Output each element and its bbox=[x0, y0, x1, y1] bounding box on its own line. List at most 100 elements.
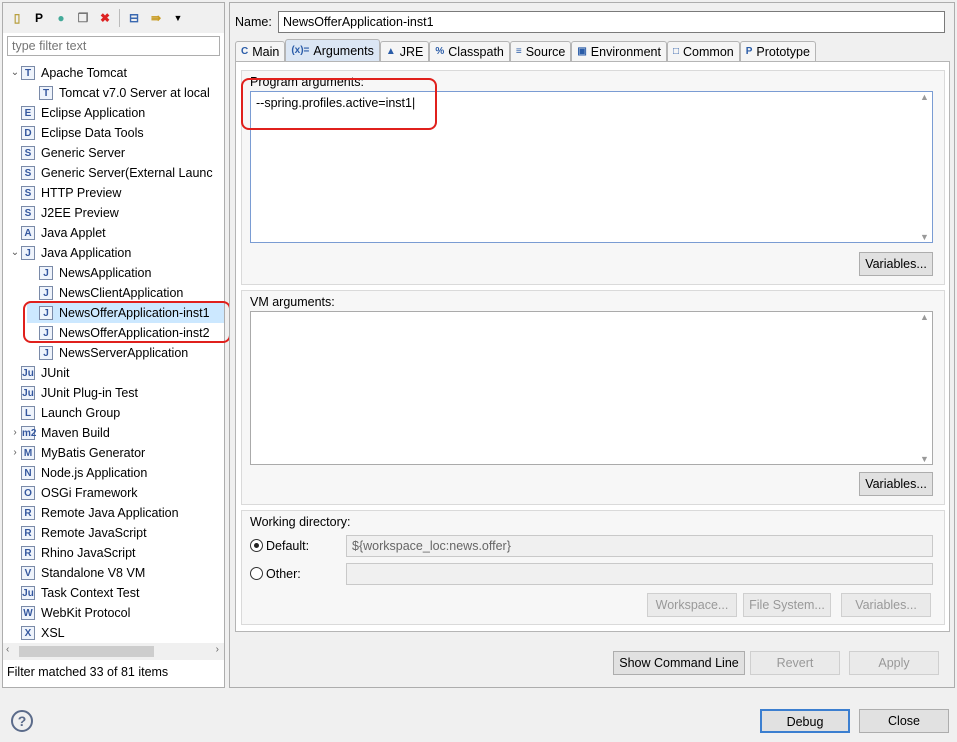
tab-label: Common bbox=[683, 44, 734, 59]
other-directory-input[interactable] bbox=[346, 563, 933, 585]
config-list-panel: ▯ P ● ❐ ✖ ⊟ ⇛ ▼ ⌄TApache TomcatTTomcat v… bbox=[2, 2, 231, 688]
tree-item[interactable]: E Eclipse Application bbox=[9, 103, 145, 123]
tree-item[interactable]: Ju JUnit Plug-in Test bbox=[9, 383, 138, 403]
tree-item-label: NewsApplication bbox=[59, 266, 152, 280]
tree-item-label: OSGi Framework bbox=[41, 486, 138, 500]
tree-item[interactable]: S Generic Server bbox=[9, 143, 125, 163]
delete-icon[interactable]: ✖ bbox=[97, 10, 113, 26]
vertical-scrollbar[interactable]: ▲ ▼ bbox=[917, 92, 932, 242]
vm-arguments-textarea[interactable]: ▲ ▼ bbox=[250, 311, 933, 465]
launch-type-icon: S bbox=[21, 146, 35, 160]
chevron-down-icon[interactable]: ⌄ bbox=[9, 243, 21, 263]
launch-type-icon: D bbox=[21, 126, 35, 140]
tree-item[interactable]: X XSL bbox=[9, 623, 65, 641]
tree-item[interactable]: J NewsServerApplication bbox=[27, 343, 188, 363]
tree-item-label: HTTP Preview bbox=[41, 186, 122, 200]
tab-jre[interactable]: ▲ JRE bbox=[379, 41, 430, 61]
tree-item-label: Java Applet bbox=[41, 226, 106, 240]
tree-item[interactable]: O OSGi Framework bbox=[9, 483, 138, 503]
dropdown-icon[interactable]: ▼ bbox=[170, 10, 186, 26]
launch-type-icon: X bbox=[21, 626, 35, 640]
default-label: Default: bbox=[266, 539, 310, 553]
tree-item[interactable]: R Remote JavaScript bbox=[9, 523, 147, 543]
chevron-right-icon[interactable]: › bbox=[9, 443, 21, 463]
tree-item[interactable]: Ju JUnit bbox=[9, 363, 69, 383]
vm-arguments-label: VM arguments: bbox=[250, 295, 335, 309]
vm-arguments-group: VM arguments: ▲ ▼ Variables... bbox=[241, 290, 945, 505]
tree-item[interactable]: R Rhino JavaScript bbox=[9, 543, 136, 563]
source-tab-icon: ≡ bbox=[515, 46, 522, 57]
tree-item[interactable]: ⌄ J Java Application bbox=[9, 243, 131, 263]
tab-main[interactable]: C Main bbox=[235, 41, 286, 61]
collapse-all-icon[interactable]: ⊟ bbox=[126, 10, 142, 26]
scrollbar-thumb[interactable] bbox=[19, 646, 154, 657]
copy-icon[interactable]: ❐ bbox=[75, 10, 91, 26]
name-input[interactable]: NewsOfferApplication-inst1 bbox=[278, 11, 945, 33]
tree-item[interactable]: J NewsClientApplication bbox=[27, 283, 183, 303]
new-prototype-icon[interactable]: P bbox=[31, 10, 47, 26]
launch-type-icon: R bbox=[21, 546, 35, 560]
working-directory-label: Working directory: bbox=[250, 515, 351, 529]
tree-item[interactable]: J NewsApplication bbox=[27, 263, 151, 283]
new-config-icon[interactable]: ▯ bbox=[9, 10, 25, 26]
vm-variables-button[interactable]: Variables... bbox=[859, 472, 933, 496]
tree-item[interactable]: R Remote Java Application bbox=[9, 503, 179, 523]
tree-item[interactable]: › M MyBatis Generator bbox=[9, 443, 145, 463]
tree-item[interactable]: T Tomcat v7.0 Server at local bbox=[27, 83, 210, 103]
tree-item[interactable]: › m2 Maven Build bbox=[9, 423, 110, 443]
tab-prototype[interactable]: P Prototype bbox=[739, 41, 816, 61]
classpath-tab-icon: % bbox=[435, 46, 445, 57]
launch-type-icon: J bbox=[39, 346, 53, 360]
tree-item[interactable]: S Generic Server(External Launc bbox=[9, 163, 213, 183]
chevron-down-icon[interactable]: ⌄ bbox=[9, 63, 21, 83]
main-tab-icon: C bbox=[241, 46, 249, 57]
vertical-scrollbar[interactable]: ▲ ▼ bbox=[917, 312, 932, 464]
arguments-tab-body: Program arguments: --spring.profiles.act… bbox=[235, 61, 950, 632]
tree-item-label: MyBatis Generator bbox=[41, 446, 146, 460]
filter-status: Filter matched 33 of 81 items bbox=[7, 665, 169, 679]
tree-item[interactable]: W WebKit Protocol bbox=[9, 603, 130, 623]
help-icon[interactable]: ? bbox=[11, 710, 33, 732]
tree-item[interactable]: D Eclipse Data Tools bbox=[9, 123, 144, 143]
tree-item-label: Node.js Application bbox=[41, 466, 148, 480]
tree-item[interactable]: S HTTP Preview bbox=[9, 183, 121, 203]
duplicate-icon[interactable]: ● bbox=[53, 10, 69, 26]
filter-icon[interactable]: ⇛ bbox=[148, 10, 164, 26]
working-directory-group: Working directory: Default: ${workspace_… bbox=[241, 510, 945, 625]
workspace-button[interactable]: Workspace... bbox=[647, 593, 737, 617]
launch-type-icon: S bbox=[21, 206, 35, 220]
tab-label: Main bbox=[252, 44, 280, 59]
workdir-variables-button[interactable]: Variables... bbox=[841, 593, 931, 617]
launch-type-icon: R bbox=[21, 526, 35, 540]
close-button[interactable]: Close bbox=[859, 709, 949, 733]
show-command-line-button[interactable]: Show Command Line bbox=[613, 651, 745, 675]
file-system-button[interactable]: File System... bbox=[743, 593, 831, 617]
program-variables-button[interactable]: Variables... bbox=[859, 252, 933, 276]
revert-button[interactable]: Revert bbox=[750, 651, 840, 675]
filter-input[interactable] bbox=[7, 36, 220, 56]
tab-source[interactable]: ≡ Source bbox=[509, 41, 572, 61]
tree-item[interactable]: Ju Task Context Test bbox=[9, 583, 139, 603]
tree-item-label: NewsServerApplication bbox=[59, 346, 189, 360]
apply-button[interactable]: Apply bbox=[849, 651, 939, 675]
horizontal-scrollbar[interactable]: ‹ › bbox=[3, 643, 224, 660]
debug-button[interactable]: Debug bbox=[760, 709, 850, 733]
tree-item-label: Launch Group bbox=[41, 406, 121, 420]
default-radio[interactable]: Default: bbox=[250, 539, 309, 553]
tab-arguments[interactable]: (x)= Arguments bbox=[285, 39, 380, 61]
tab-label: JRE bbox=[399, 44, 424, 59]
tree-item[interactable]: ⌄ T Apache Tomcat bbox=[9, 63, 127, 83]
tab-classpath[interactable]: % Classpath bbox=[429, 41, 510, 61]
tab-label: Classpath bbox=[448, 44, 504, 59]
tree-item[interactable]: V Standalone V8 VM bbox=[9, 563, 145, 583]
tree-item-label: Remote JavaScript bbox=[41, 526, 147, 540]
tree-item[interactable]: N Node.js Application bbox=[9, 463, 147, 483]
tree-item[interactable]: A Java Applet bbox=[9, 223, 106, 243]
tab-environment[interactable]: ▣ Environment bbox=[571, 41, 667, 61]
tree-item[interactable]: L Launch Group bbox=[9, 403, 120, 423]
chevron-right-icon[interactable]: › bbox=[9, 423, 21, 443]
other-radio[interactable]: Other: bbox=[250, 567, 301, 581]
tab-common[interactable]: □ Common bbox=[666, 41, 740, 61]
launch-type-icon: Ju bbox=[21, 366, 35, 380]
tree-item[interactable]: S J2EE Preview bbox=[9, 203, 119, 223]
